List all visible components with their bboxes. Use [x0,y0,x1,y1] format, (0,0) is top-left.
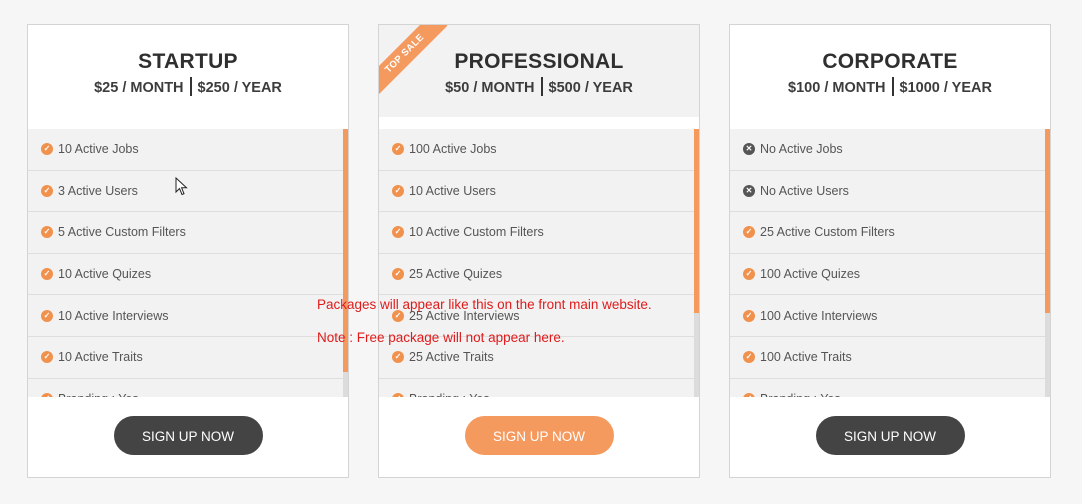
scrollbar[interactable] [343,129,348,399]
feature-label: No Active Jobs [760,142,843,157]
price-divider [189,76,192,96]
feature-item: ✕ No Active Users [730,171,1048,213]
feature-label: 25 Active Quizes [409,267,503,282]
feature-label: 25 Active Traits [409,350,494,365]
check-icon: ✓ [392,268,404,281]
feature-item: ✓ 100 Active Interviews [730,295,1048,337]
plan-header: CORPORATE $100 / MONTH $1000 / YEAR [730,25,1050,117]
feature-item: ✕ No Active Jobs [730,129,1048,171]
feature-list[interactable]: ✕ No Active Jobs ✕ No Active Users ✓ 25 Activ… [730,129,1048,399]
price-divider [891,76,894,96]
ribbon-label: TOP SALE [379,25,448,95]
feature-item: ✓ 10 Active Quizes [28,254,346,296]
plan-footer: SIGN UP NOW [379,397,699,477]
feature-label: 100 Active Jobs [409,142,497,157]
feature-label: 10 Active Interviews [58,308,169,323]
feature-item: ✓ 10 Active Jobs [28,129,346,171]
feature-item: ✓ 10 Active Users [379,171,697,213]
feature-label: 10 Active Custom Filters [409,225,544,240]
feature-item: ✓ 100 Active Traits [730,337,1048,379]
check-icon: ✓ [743,268,755,281]
plan-card-startup: STARTUP $25 / MONTH $250 / YEAR ✓ 10 Active … [27,24,349,478]
scrollbar[interactable] [1045,129,1050,399]
feature-label: 10 Active Users [409,183,496,198]
feature-item: ✓ 10 Active Traits [28,337,346,379]
check-icon: ✓ [392,184,404,197]
feature-item: ✓ 25 Active Quizes [379,254,697,296]
price-monthly: $50 / MONTH [445,80,535,96]
plan-price: $100 / MONTH $1000 / YEAR [730,76,1050,98]
check-icon: ✓ [392,143,404,156]
price-yearly: $1000 / YEAR [899,80,992,96]
feature-label: 10 Active Quizes [58,267,152,282]
check-icon: ✓ [41,143,53,156]
check-icon: ✓ [392,226,404,239]
feature-label: 3 Active Users [58,183,138,198]
scrollbar[interactable] [694,129,699,399]
check-icon: ✓ [41,226,53,239]
check-icon: ✓ [743,309,755,322]
sign-up-button[interactable]: SIGN UP NOW [815,415,965,455]
scrollbar-thumb[interactable] [694,129,699,313]
mouse-pointer-icon [175,177,188,196]
feature-item: ✓Branding : Yes [379,379,697,399]
feature-item: ✓ 25 Active Custom Filters [730,212,1048,254]
sign-up-button[interactable]: SIGN UP NOW [464,415,614,455]
plan-footer: SIGN UP NOW [28,397,348,477]
price-monthly: $25 / MONTH [94,80,184,96]
plan-card-professional: PROFESSIONAL $50 / MONTH $500 / YEAR TOP SA… [378,24,700,478]
feature-label: No Active Users [760,183,849,198]
price-yearly: $250 / YEAR [197,80,282,96]
feature-list[interactable]: ✓ 10 Active Jobs ✓ 3 Active Users ✓ 5 Active … [28,129,346,399]
plan-card-corporate: CORPORATE $100 / MONTH $1000 / YEAR ✕ No Act… [729,24,1051,478]
feature-label: 25 Active Custom Filters [760,225,895,240]
plan-header: STARTUP $25 / MONTH $250 / YEAR [28,25,348,117]
feature-label: 10 Active Jobs [58,142,139,157]
plan-title: CORPORATE [822,50,958,73]
check-icon: ✓ [392,351,404,364]
feature-label: 100 Active Quizes [760,267,861,282]
check-icon: ✓ [41,268,53,281]
sign-up-button[interactable]: SIGN UP NOW [113,415,263,455]
price-divider [540,76,543,96]
cross-icon: ✕ [743,143,755,156]
feature-label: 5 Active Custom Filters [58,225,186,240]
check-icon: ✓ [41,184,53,197]
feature-item: ✓Branding : Yes [28,379,346,399]
feature-item: ✓Branding : Yes [730,379,1048,399]
check-icon: ✓ [41,351,53,364]
annotation-note-2: Note : Free package will not appear here… [317,330,565,345]
plan-price: $25 / MONTH $250 / YEAR [28,76,348,98]
feature-list[interactable]: ✓ 100 Active Jobs ✓ 10 Active Users ✓ 10 Acti… [379,129,697,399]
check-icon: ✓ [41,309,53,322]
cross-icon: ✕ [743,184,755,197]
scrollbar-thumb[interactable] [1045,129,1050,313]
feature-item: ✓ 100 Active Jobs [379,129,697,171]
plan-footer: SIGN UP NOW [730,397,1050,477]
check-icon: ✓ [743,226,755,239]
check-icon: ✓ [743,351,755,364]
feature-item: ✓ 10 Active Custom Filters [379,212,697,254]
feature-label: 10 Active Traits [58,350,143,365]
feature-item: ✓ 10 Active Interviews [28,295,346,337]
plan-title: STARTUP [138,50,238,73]
feature-label: 100 Active Interviews [760,308,878,323]
annotation-note-1: Packages will appear like this on the fr… [317,297,652,312]
feature-label: 100 Active Traits [760,350,852,365]
top-sale-ribbon: TOP SALE [379,25,449,95]
price-yearly: $500 / YEAR [548,80,633,96]
price-monthly: $100 / MONTH [788,80,886,96]
feature-item: ✓ 5 Active Custom Filters [28,212,346,254]
feature-item: ✓ 100 Active Quizes [730,254,1048,296]
